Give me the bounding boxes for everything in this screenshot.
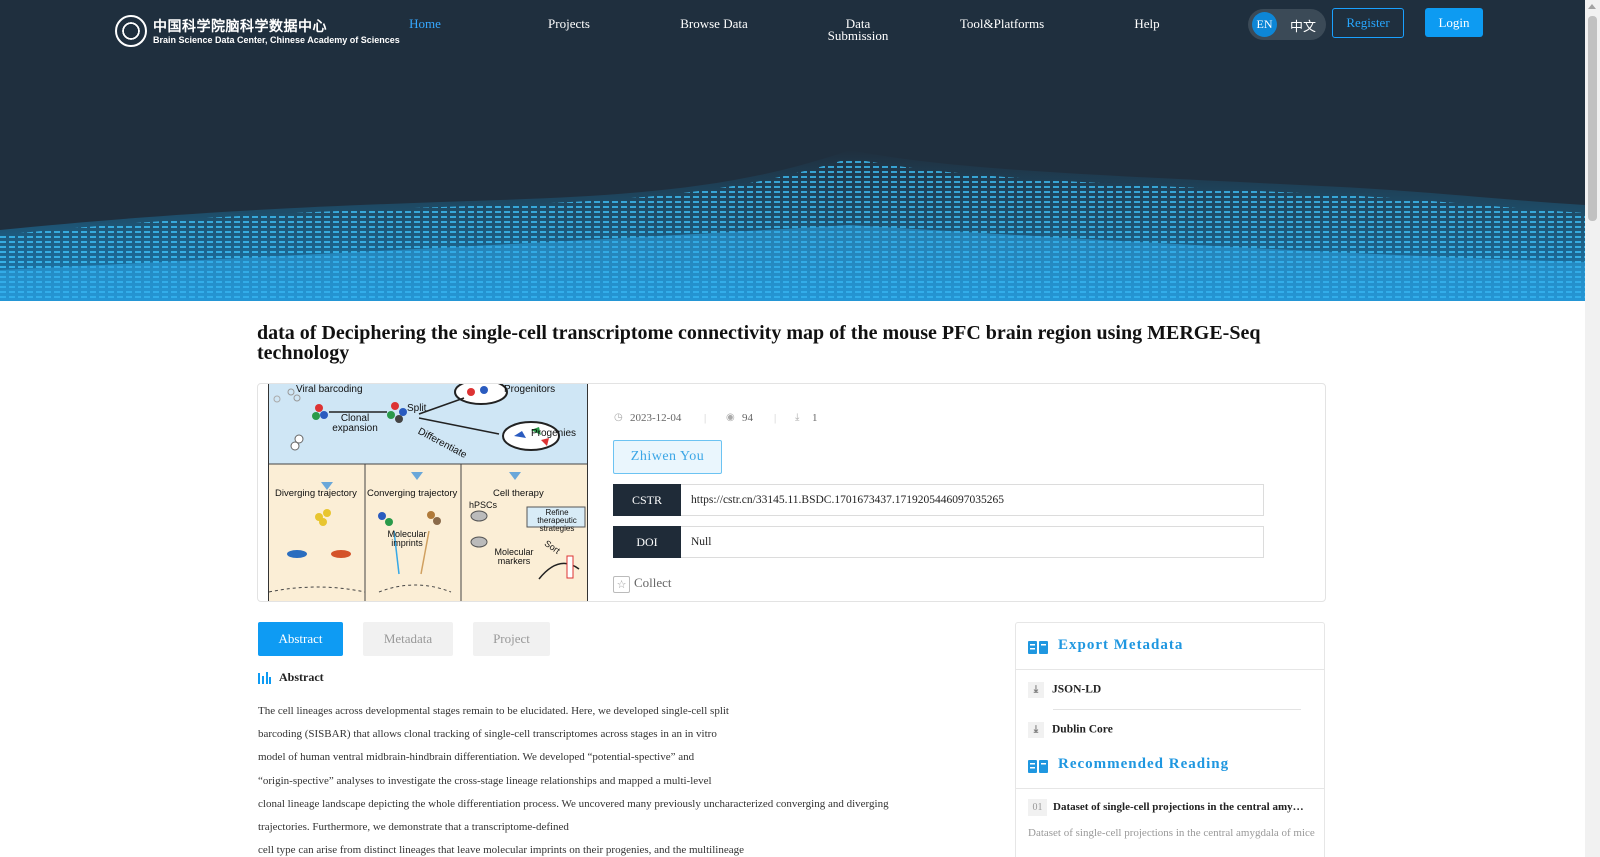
- figure-label-split: Split: [407, 403, 427, 414]
- figure-label-therapy: Cell therapy: [493, 488, 544, 499]
- abstract-heading-text: Abstract: [279, 670, 324, 684]
- dataset-title: data of Deciphering the single-cell tran…: [257, 322, 1261, 364]
- star-icon: ☆: [613, 575, 630, 593]
- book-icon: [1028, 760, 1048, 773]
- download-icon: ⤓: [1028, 682, 1044, 698]
- book-icon: [1028, 641, 1048, 654]
- export-jsonld-link[interactable]: ⤓ JSON-LD: [1028, 682, 1101, 698]
- lang-zh-option[interactable]: 中文: [1290, 16, 1316, 35]
- figure-label-progenitors: Progenitors: [504, 384, 556, 395]
- page-scrollbar[interactable]: [1585, 0, 1600, 857]
- abstract-line: clonal lineage landscape depicting the w…: [258, 797, 889, 810]
- recommended-reading-title: Recommended Reading: [1058, 756, 1230, 772]
- abstract-line: “origin-spective” analyses to investigat…: [258, 774, 712, 787]
- doi-row: DOI Null: [613, 526, 1264, 558]
- nav-projects[interactable]: Projects: [534, 17, 604, 30]
- scroll-up-arrow-icon[interactable]: [1588, 4, 1596, 9]
- rec-title[interactable]: Dataset of single-cell projections in th…: [1053, 801, 1309, 813]
- download-icon: ⤓: [795, 412, 800, 423]
- bar-chart-icon: [258, 672, 271, 685]
- login-button[interactable]: Login: [1425, 8, 1483, 37]
- language-switch[interactable]: EN 中文: [1248, 9, 1326, 40]
- logo-chinese-text: 中国科学院脑科学数据中心: [153, 19, 327, 35]
- export-dublin-core-label: Dublin Core: [1052, 723, 1113, 736]
- figure-label-hpscs: hPSCs: [469, 500, 498, 510]
- rec-number: 01: [1028, 798, 1047, 816]
- collect-label: Collect: [634, 575, 672, 590]
- cas-seal-icon: [115, 15, 147, 47]
- nav-help[interactable]: Help: [1118, 17, 1176, 30]
- lang-en-option[interactable]: EN: [1252, 12, 1277, 37]
- recommended-item[interactable]: 01 Dataset of single-cell projections in …: [1028, 798, 1318, 843]
- scrollbar-thumb[interactable]: [1588, 16, 1597, 221]
- tab-metadata[interactable]: Metadata: [363, 622, 453, 656]
- doi-label: DOI: [613, 526, 681, 558]
- tab-abstract[interactable]: Abstract: [258, 622, 343, 656]
- side-panel: Export Metadata ⤓ JSON-LD ⤓ Dublin Core Re…: [1015, 622, 1325, 857]
- view-count: 94: [742, 412, 753, 424]
- nav-home[interactable]: Home: [393, 17, 457, 30]
- page: 中国科学院脑科学数据中心 Brain Science Data Center, …: [0, 0, 1600, 857]
- figure-label-diverging: Diverging trajectory: [275, 488, 357, 499]
- abstract-heading: Abstract: [258, 670, 324, 685]
- figure-label-refine: Refine therapeutic strategies: [537, 508, 577, 533]
- figure-label-viral: Viral barcoding: [296, 384, 363, 395]
- rec-description: Dataset of single-cell projections in th…: [1028, 827, 1315, 839]
- figure-label-converging: Converging trajectory: [367, 488, 458, 499]
- dataset-info-card: Viral barcoding Clonal expansion Split D…: [257, 383, 1326, 602]
- recommended-reading-header: Recommended Reading: [1016, 742, 1324, 789]
- logo-english-text: Brain Science Data Center, Chinese Acade…: [153, 35, 400, 45]
- doi-value: Null: [691, 536, 712, 548]
- abstract-line: barcoding (SISBAR) that allows clonal tr…: [258, 728, 717, 741]
- abstract-line: The cell lineages across developmental s…: [258, 705, 729, 717]
- export-metadata-header: Export Metadata: [1016, 623, 1324, 670]
- collect-button[interactable]: ☆ Collect: [613, 575, 672, 593]
- stats-separator: |: [774, 412, 777, 424]
- abstract-line: trajectories. Furthermore, we demonstrat…: [258, 821, 569, 834]
- cstr-value[interactable]: https://cstr.cn/33145.11.BSDC.1701673437…: [691, 485, 1004, 515]
- author-tag[interactable]: Zhiwen You: [613, 440, 722, 474]
- abstract-line: model of human ventral midbrain-hindbrai…: [258, 751, 695, 764]
- figure-label-molecular-imprints: Molecular imprints: [387, 529, 427, 548]
- nav-data-submission[interactable]: Data Submission: [818, 17, 898, 42]
- figure-label-progenies: Progenies: [531, 428, 577, 439]
- top-navigation: 中国科学院脑科学数据中心 Brain Science Data Center, …: [0, 0, 1585, 60]
- clock-icon: ◷: [614, 412, 623, 423]
- site-logo[interactable]: 中国科学院脑科学数据中心 Brain Science Data Center, …: [115, 13, 400, 49]
- abstract-text: The cell lineages across developmental s…: [258, 700, 958, 857]
- download-count: 1: [812, 412, 818, 424]
- divider: [1053, 709, 1301, 710]
- export-dublin-core-link[interactable]: ⤓ Dublin Core: [1028, 722, 1113, 738]
- cstr-row: CSTR https://cstr.cn/33145.11.BSDC.17016…: [613, 484, 1264, 516]
- dataset-graphical-abstract: Viral barcoding Clonal expansion Split D…: [268, 384, 588, 601]
- eye-icon: ◉: [726, 412, 735, 423]
- publish-date: 2023-12-04: [630, 412, 682, 424]
- figure-label-molecular-markers: Molecular markers: [494, 547, 534, 566]
- download-icon: ⤓: [1028, 722, 1044, 738]
- figure-label-clonal: Clonal expansion: [332, 413, 378, 434]
- nav-browse-data[interactable]: Browse Data: [672, 17, 756, 30]
- abstract-line: cell type can arise from distinct lineag…: [258, 844, 744, 857]
- nav-tool-platforms[interactable]: Tool&Platforms: [952, 17, 1052, 30]
- cstr-label: CSTR: [613, 484, 681, 516]
- stats-separator: |: [704, 412, 707, 424]
- register-button[interactable]: Register: [1332, 8, 1404, 38]
- export-jsonld-label: JSON-LD: [1052, 683, 1102, 696]
- export-metadata-title: Export Metadata: [1058, 637, 1184, 653]
- tab-project[interactable]: Project: [473, 622, 550, 656]
